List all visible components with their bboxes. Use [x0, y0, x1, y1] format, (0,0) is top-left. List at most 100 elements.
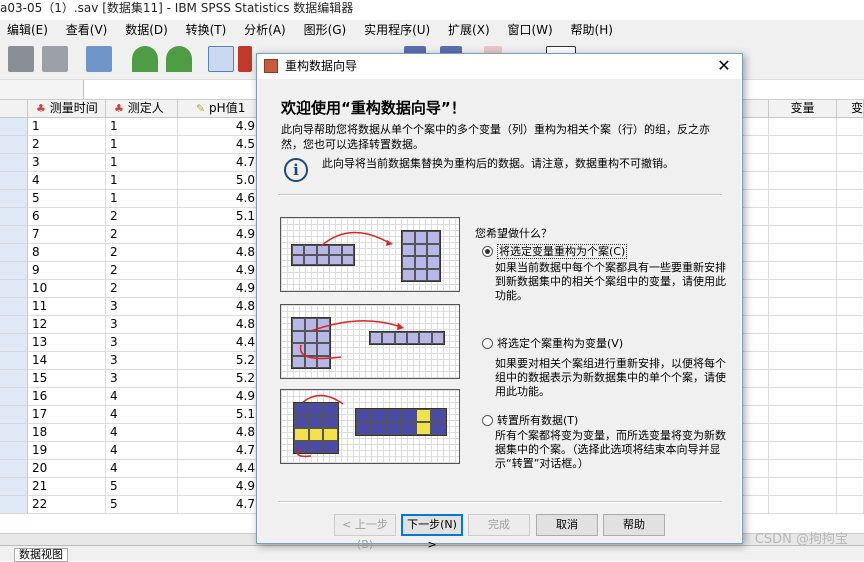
close-icon[interactable]: ✕ — [714, 56, 734, 76]
empty-cell[interactable] — [769, 442, 837, 460]
help-button[interactable]: 帮助 — [603, 514, 665, 536]
table-cell[interactable]: 4 — [106, 388, 178, 406]
empty-cell[interactable] — [743, 118, 769, 136]
empty-cell[interactable] — [837, 244, 864, 262]
empty-cell[interactable] — [837, 334, 864, 352]
menu-graphs[interactable]: 图形(G) — [297, 20, 354, 40]
menu-analyze[interactable]: 分析(A) — [237, 20, 293, 40]
print-icon[interactable] — [42, 46, 68, 72]
empty-cell[interactable] — [743, 208, 769, 226]
menu-edit[interactable]: 编辑(E) — [0, 20, 55, 40]
table-cell[interactable]: 1 — [106, 154, 178, 172]
empty-cell[interactable] — [837, 352, 864, 370]
empty-cell[interactable] — [837, 388, 864, 406]
menu-utilities[interactable]: 实用程序(U) — [357, 20, 437, 40]
row-header[interactable] — [0, 370, 28, 388]
radio-transpose[interactable] — [482, 415, 493, 426]
table-cell[interactable]: 3 — [106, 370, 178, 388]
table-cell[interactable]: 4.6 — [178, 190, 258, 208]
table-cell[interactable]: 3 — [106, 352, 178, 370]
table-cell[interactable]: 4 — [106, 406, 178, 424]
column-header-hidden[interactable] — [743, 100, 769, 118]
empty-cell[interactable] — [743, 424, 769, 442]
row-header[interactable] — [0, 262, 28, 280]
row-header[interactable] — [0, 388, 28, 406]
corner-header[interactable] — [0, 100, 28, 118]
table-cell[interactable]: 4 — [106, 424, 178, 442]
empty-cell[interactable] — [743, 460, 769, 478]
table-cell[interactable]: 2 — [106, 244, 178, 262]
row-header[interactable] — [0, 316, 28, 334]
table-cell[interactable]: 5 — [106, 478, 178, 496]
empty-cell[interactable] — [837, 226, 864, 244]
row-header[interactable] — [0, 352, 28, 370]
table-cell[interactable]: 18 — [28, 424, 106, 442]
empty-cell[interactable] — [837, 136, 864, 154]
table-cell[interactable]: 4.7 — [178, 442, 258, 460]
empty-cell[interactable] — [769, 172, 837, 190]
empty-cell[interactable] — [743, 190, 769, 208]
column-header-var2[interactable]: 变 — [837, 100, 864, 118]
table-cell[interactable]: 13 — [28, 334, 106, 352]
table-cell[interactable]: 4.9 — [178, 280, 258, 298]
table-cell[interactable]: 5 — [28, 190, 106, 208]
empty-cell[interactable] — [769, 352, 837, 370]
empty-cell[interactable] — [769, 280, 837, 298]
table-cell[interactable]: 4.9 — [178, 118, 258, 136]
table-cell[interactable]: 4.9 — [178, 262, 258, 280]
empty-cell[interactable] — [769, 298, 837, 316]
table-cell[interactable]: 4.9 — [178, 226, 258, 244]
empty-cell[interactable] — [837, 298, 864, 316]
table-cell[interactable]: 4.7 — [178, 154, 258, 172]
table-cell[interactable]: 4.4 — [178, 460, 258, 478]
finish-button[interactable]: 完成 — [468, 514, 530, 536]
row-header[interactable] — [0, 496, 28, 514]
table-cell[interactable]: 1 — [106, 190, 178, 208]
table-cell[interactable]: 1 — [106, 118, 178, 136]
table-cell[interactable]: 1 — [28, 118, 106, 136]
tab-data-view[interactable]: 数据视图 — [14, 548, 68, 562]
row-header[interactable] — [0, 136, 28, 154]
empty-cell[interactable] — [743, 406, 769, 424]
table-cell[interactable]: 11 — [28, 298, 106, 316]
empty-cell[interactable] — [769, 208, 837, 226]
table-cell[interactable]: 5.2 — [178, 352, 258, 370]
empty-cell[interactable] — [769, 370, 837, 388]
empty-cell[interactable] — [837, 154, 864, 172]
empty-cell[interactable] — [743, 496, 769, 514]
empty-cell[interactable] — [769, 244, 837, 262]
empty-cell[interactable] — [743, 388, 769, 406]
table-cell[interactable]: 4.4 — [178, 334, 258, 352]
empty-cell[interactable] — [743, 478, 769, 496]
empty-cell[interactable] — [837, 424, 864, 442]
empty-cell[interactable] — [743, 136, 769, 154]
empty-cell[interactable] — [837, 208, 864, 226]
table-cell[interactable]: 4.8 — [178, 298, 258, 316]
empty-cell[interactable] — [743, 280, 769, 298]
empty-cell[interactable] — [837, 118, 864, 136]
table-cell[interactable]: 10 — [28, 280, 106, 298]
empty-cell[interactable] — [837, 262, 864, 280]
table-cell[interactable]: 4.8 — [178, 424, 258, 442]
table-cell[interactable]: 2 — [106, 226, 178, 244]
menu-window[interactable]: 窗口(W) — [500, 20, 559, 40]
table-cell[interactable]: 5.2 — [178, 370, 258, 388]
table-cell[interactable]: 4.9 — [178, 388, 258, 406]
table-cell[interactable]: 1 — [106, 172, 178, 190]
row-header[interactable] — [0, 424, 28, 442]
empty-cell[interactable] — [837, 280, 864, 298]
table-cell[interactable]: 4.5 — [178, 136, 258, 154]
option-vars-to-cases[interactable]: 将选定变量重构为个案(C) — [482, 243, 627, 259]
column-header-var[interactable]: 变量 — [769, 100, 837, 118]
empty-cell[interactable] — [743, 154, 769, 172]
table-cell[interactable]: 4.7 — [178, 496, 258, 514]
empty-cell[interactable] — [743, 334, 769, 352]
menu-view[interactable]: 查看(V) — [59, 20, 115, 40]
empty-cell[interactable] — [769, 136, 837, 154]
row-header[interactable] — [0, 298, 28, 316]
table-cell[interactable]: 6 — [28, 208, 106, 226]
table-cell[interactable]: 4 — [28, 172, 106, 190]
empty-cell[interactable] — [743, 244, 769, 262]
empty-cell[interactable] — [837, 190, 864, 208]
table-cell[interactable]: 7 — [28, 226, 106, 244]
